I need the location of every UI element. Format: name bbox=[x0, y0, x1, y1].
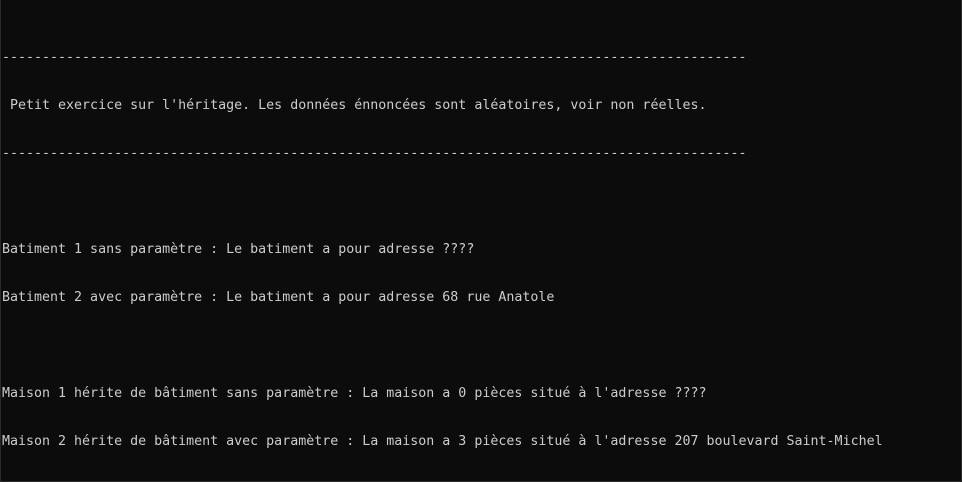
output-line-maison-2: Maison 2 hérite de bâtiment avec paramèt… bbox=[2, 434, 883, 449]
console-output: ----------------------------------------… bbox=[2, 18, 883, 481]
separator-bottom: ----------------------------------------… bbox=[2, 146, 747, 161]
separator-top: ----------------------------------------… bbox=[2, 50, 747, 65]
output-line-batiment-1: Batiment 1 sans paramètre : Le batiment … bbox=[2, 242, 475, 257]
output-line-maison-1: Maison 1 hérite de bâtiment sans paramèt… bbox=[2, 386, 707, 401]
console-window[interactable]: ----------------------------------------… bbox=[0, 0, 962, 482]
exercise-title-line: Petit exercice sur l'héritage. Les donné… bbox=[2, 98, 707, 113]
output-line-batiment-2: Batiment 2 avec paramètre : Le batiment … bbox=[2, 290, 555, 305]
